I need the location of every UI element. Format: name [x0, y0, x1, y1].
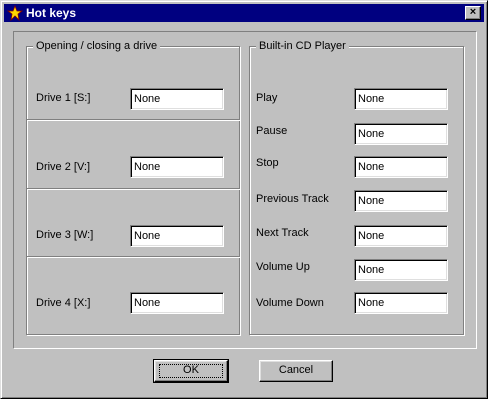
play-hotkey-field[interactable] — [354, 88, 448, 110]
volume-down-label: Volume Down — [256, 297, 324, 309]
drive-2-hotkey-field[interactable] — [130, 156, 224, 178]
stop-label: Stop — [256, 157, 279, 169]
pause-label: Pause — [256, 125, 288, 137]
volume-down-hotkey-field[interactable] — [354, 292, 448, 314]
hotkeys-dialog: Hot keys × Opening / closing a drive Dri… — [0, 0, 488, 399]
drive-row-divider — [26, 256, 240, 257]
volume-up-hotkey-field[interactable] — [354, 259, 448, 281]
app-icon — [7, 5, 23, 21]
drive-3-label: Drive 3 [W:] — [36, 229, 94, 241]
close-button[interactable]: × — [465, 6, 481, 20]
close-icon: × — [469, 6, 477, 18]
play-label: Play — [256, 92, 278, 104]
next-track-label: Next Track — [256, 227, 309, 239]
drive-1-label: Drive 1 [S:] — [36, 92, 91, 104]
previous-track-label: Previous Track — [256, 193, 329, 205]
drive-row-divider — [26, 188, 240, 189]
cancel-button[interactable]: Cancel — [259, 360, 333, 382]
title-bar[interactable]: Hot keys × — [4, 4, 484, 22]
cancel-button-label: Cancel — [278, 364, 314, 376]
window-title: Hot keys — [26, 6, 77, 20]
previous-track-hotkey-field[interactable] — [354, 190, 448, 212]
volume-up-label: Volume Up — [256, 261, 310, 273]
stop-hotkey-field[interactable] — [354, 156, 448, 178]
drive-1-hotkey-field[interactable] — [130, 88, 224, 110]
focus-rect — [159, 364, 223, 378]
cd-player-group-caption: Built-in CD Player — [256, 39, 349, 53]
main-panel: Opening / closing a drive Drive 1 [S:] D… — [13, 31, 477, 349]
drive-row-divider — [26, 119, 240, 120]
drive-4-label: Drive 4 [X:] — [36, 297, 91, 309]
drive-3-hotkey-field[interactable] — [130, 225, 224, 247]
next-track-hotkey-field[interactable] — [354, 225, 448, 247]
pause-hotkey-field[interactable] — [354, 123, 448, 145]
ok-button[interactable]: OK — [153, 359, 229, 383]
drive-4-hotkey-field[interactable] — [130, 292, 224, 314]
drive-2-label: Drive 2 [V:] — [36, 161, 90, 173]
drive-group-caption: Opening / closing a drive — [33, 39, 161, 53]
